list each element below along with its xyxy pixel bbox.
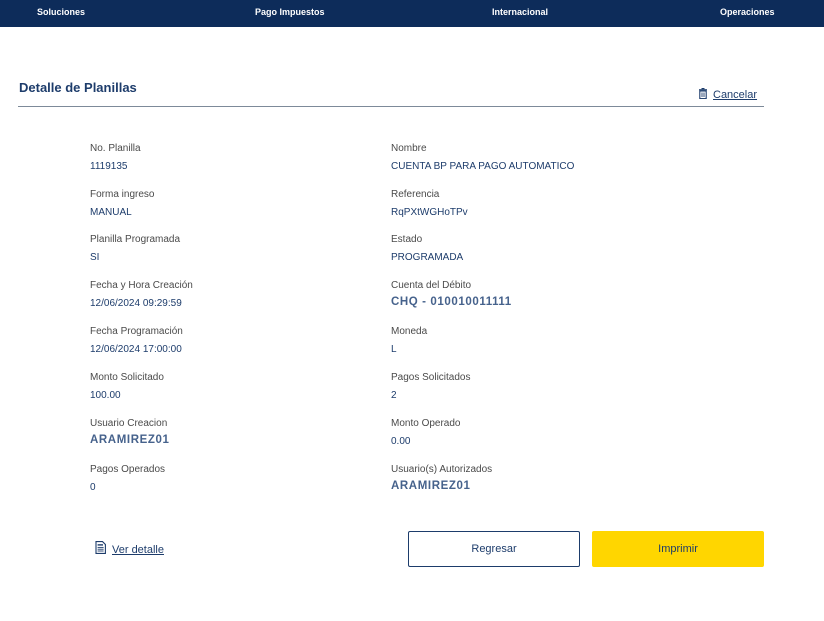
cancel-label: Cancelar bbox=[713, 89, 758, 101]
field-value: CHQ - 010010011111 bbox=[391, 296, 512, 308]
field-value: CUENTA BP PARA PAGO AUTOMATICO bbox=[391, 161, 575, 172]
document-icon bbox=[95, 541, 106, 559]
field-referencia: Referencia RqPXtWGHoTPv bbox=[391, 189, 468, 218]
field-label: Usuario(s) Autorizados bbox=[391, 464, 493, 475]
field-value: 1119135 bbox=[90, 161, 128, 172]
field-label: Estado bbox=[391, 234, 423, 245]
nav-item-soluciones[interactable]: Soluciones bbox=[37, 7, 85, 17]
ver-detalle-label: Ver detalle bbox=[112, 544, 164, 556]
field-cuenta-debito: Cuenta del Débito CHQ - 010010011111 bbox=[391, 280, 512, 308]
field-usuario-creacion: Usuario Creacion ARAMIREZ01 bbox=[90, 418, 169, 446]
nav-item-internacional[interactable]: Internacional bbox=[492, 7, 548, 17]
field-label: Planilla Programada bbox=[90, 234, 181, 245]
field-label: Nombre bbox=[391, 143, 427, 154]
page-title: Detalle de Planillas bbox=[19, 80, 137, 95]
regresar-button[interactable]: Regresar bbox=[408, 531, 580, 567]
field-planilla-programada: Planilla Programada SI bbox=[90, 234, 180, 263]
field-label: Monto Operado bbox=[391, 418, 461, 429]
title-divider bbox=[18, 106, 764, 107]
field-value: 0.00 bbox=[391, 436, 411, 447]
field-label: No. Planilla bbox=[90, 143, 141, 154]
imprimir-button[interactable]: Imprimir bbox=[592, 531, 764, 567]
field-value: MANUAL bbox=[90, 207, 132, 218]
field-pagos-operados: Pagos Operados 0 bbox=[90, 464, 165, 493]
field-label: Fecha y Hora Creación bbox=[90, 280, 193, 291]
field-monto-solicitado: Monto Solicitado 100.00 bbox=[90, 372, 164, 401]
field-fecha-programacion: Fecha Programación 12/06/2024 17:00:00 bbox=[90, 326, 183, 355]
nav-item-operaciones[interactable]: Operaciones bbox=[720, 7, 775, 17]
field-label: Pagos Solicitados bbox=[391, 372, 471, 383]
field-value: ARAMIREZ01 bbox=[90, 434, 170, 446]
field-value: 100.00 bbox=[90, 390, 121, 401]
field-value: 0 bbox=[90, 482, 96, 493]
field-value: ARAMIREZ01 bbox=[391, 480, 471, 492]
field-nombre: Nombre CUENTA BP PARA PAGO AUTOMATICO bbox=[391, 143, 574, 172]
nav-item-pago-impuestos[interactable]: Pago Impuestos bbox=[255, 7, 325, 17]
top-navigation-bar: Soluciones Pago Impuestos Internacional … bbox=[0, 0, 824, 27]
field-monto-operado: Monto Operado 0.00 bbox=[391, 418, 461, 447]
field-forma-ingreso: Forma ingreso MANUAL bbox=[90, 189, 154, 218]
field-value: SI bbox=[90, 252, 100, 263]
field-value: 2 bbox=[391, 390, 397, 401]
field-moneda: Moneda L bbox=[391, 326, 427, 355]
field-usuarios-autorizados: Usuario(s) Autorizados ARAMIREZ01 bbox=[391, 464, 492, 492]
field-label: Pagos Operados bbox=[90, 464, 166, 475]
field-fecha-hora-creacion: Fecha y Hora Creación 12/06/2024 09:29:5… bbox=[90, 280, 193, 309]
trash-icon bbox=[698, 86, 708, 104]
field-label: Monto Solicitado bbox=[90, 372, 164, 383]
field-value: L bbox=[391, 344, 397, 355]
field-label: Referencia bbox=[391, 189, 440, 200]
field-label: Fecha Programación bbox=[90, 326, 183, 337]
field-label: Cuenta del Débito bbox=[391, 280, 472, 291]
cancel-link[interactable]: Cancelar bbox=[698, 86, 757, 104]
field-label: Forma ingreso bbox=[90, 189, 155, 200]
field-pagos-solicitados: Pagos Solicitados 2 bbox=[391, 372, 471, 401]
ver-detalle-link[interactable]: Ver detalle bbox=[95, 541, 164, 559]
field-label: Moneda bbox=[391, 326, 428, 337]
field-no-planilla: No. Planilla 1119135 bbox=[90, 143, 141, 172]
field-value: PROGRAMADA bbox=[391, 252, 464, 263]
field-value: 12/06/2024 17:00:00 bbox=[90, 344, 182, 355]
field-label: Usuario Creacion bbox=[90, 418, 168, 429]
field-value: 12/06/2024 09:29:59 bbox=[90, 298, 182, 309]
field-estado: Estado PROGRAMADA bbox=[391, 234, 463, 263]
field-value: RqPXtWGHoTPv bbox=[391, 207, 468, 218]
